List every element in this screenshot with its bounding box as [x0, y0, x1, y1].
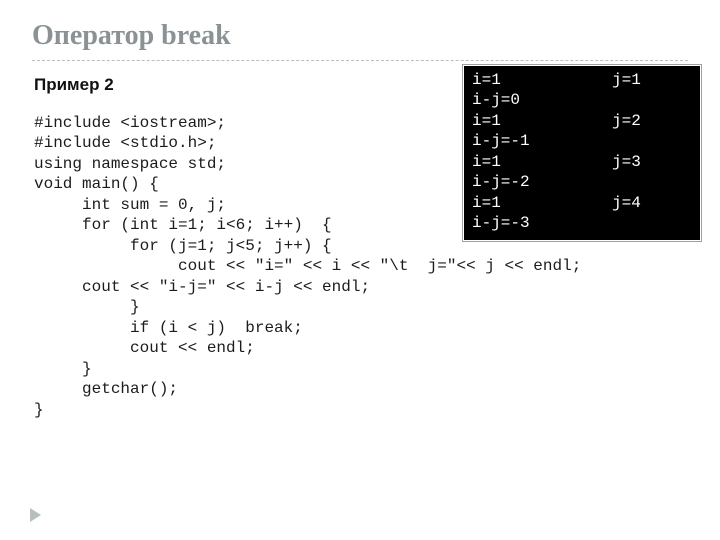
- slide-title: Оператор break: [32, 20, 688, 52]
- console-right: j=4: [612, 193, 641, 213]
- console-line: i-j=-1: [472, 131, 692, 151]
- console-left: i-j=-2: [472, 172, 612, 192]
- console-left: i=1: [472, 193, 612, 213]
- console-right: j=2: [612, 111, 641, 131]
- console-left: i=1: [472, 111, 612, 131]
- console-line: i=1j=2: [472, 111, 692, 131]
- console-left: i-j=0: [472, 90, 612, 110]
- next-arrow-icon: [30, 508, 41, 522]
- console-line: i-j=-3: [472, 213, 692, 233]
- console-right: j=3: [612, 152, 641, 172]
- console-left: i=1: [472, 70, 612, 90]
- console-right: j=1: [612, 70, 641, 90]
- slide: Оператор break Пример 2 #include <iostre…: [0, 0, 720, 540]
- console-output: i=1j=1i-j=0i=1j=2i-j=-1i=1j=3i-j=-2i=1j=…: [464, 66, 700, 240]
- console-left: i-j=-3: [472, 213, 612, 233]
- console-left: i=1: [472, 152, 612, 172]
- console-line: i-j=0: [472, 90, 692, 110]
- console-line: i=1j=1: [472, 70, 692, 90]
- console-line: i=1j=4: [472, 193, 692, 213]
- console-line: i-j=-2: [472, 172, 692, 192]
- console-line: i=1j=3: [472, 152, 692, 172]
- divider: [32, 60, 688, 61]
- console-left: i-j=-1: [472, 131, 612, 151]
- console-frame: i=1j=1i-j=0i=1j=2i-j=-1i=1j=3i-j=-2i=1j=…: [462, 64, 702, 242]
